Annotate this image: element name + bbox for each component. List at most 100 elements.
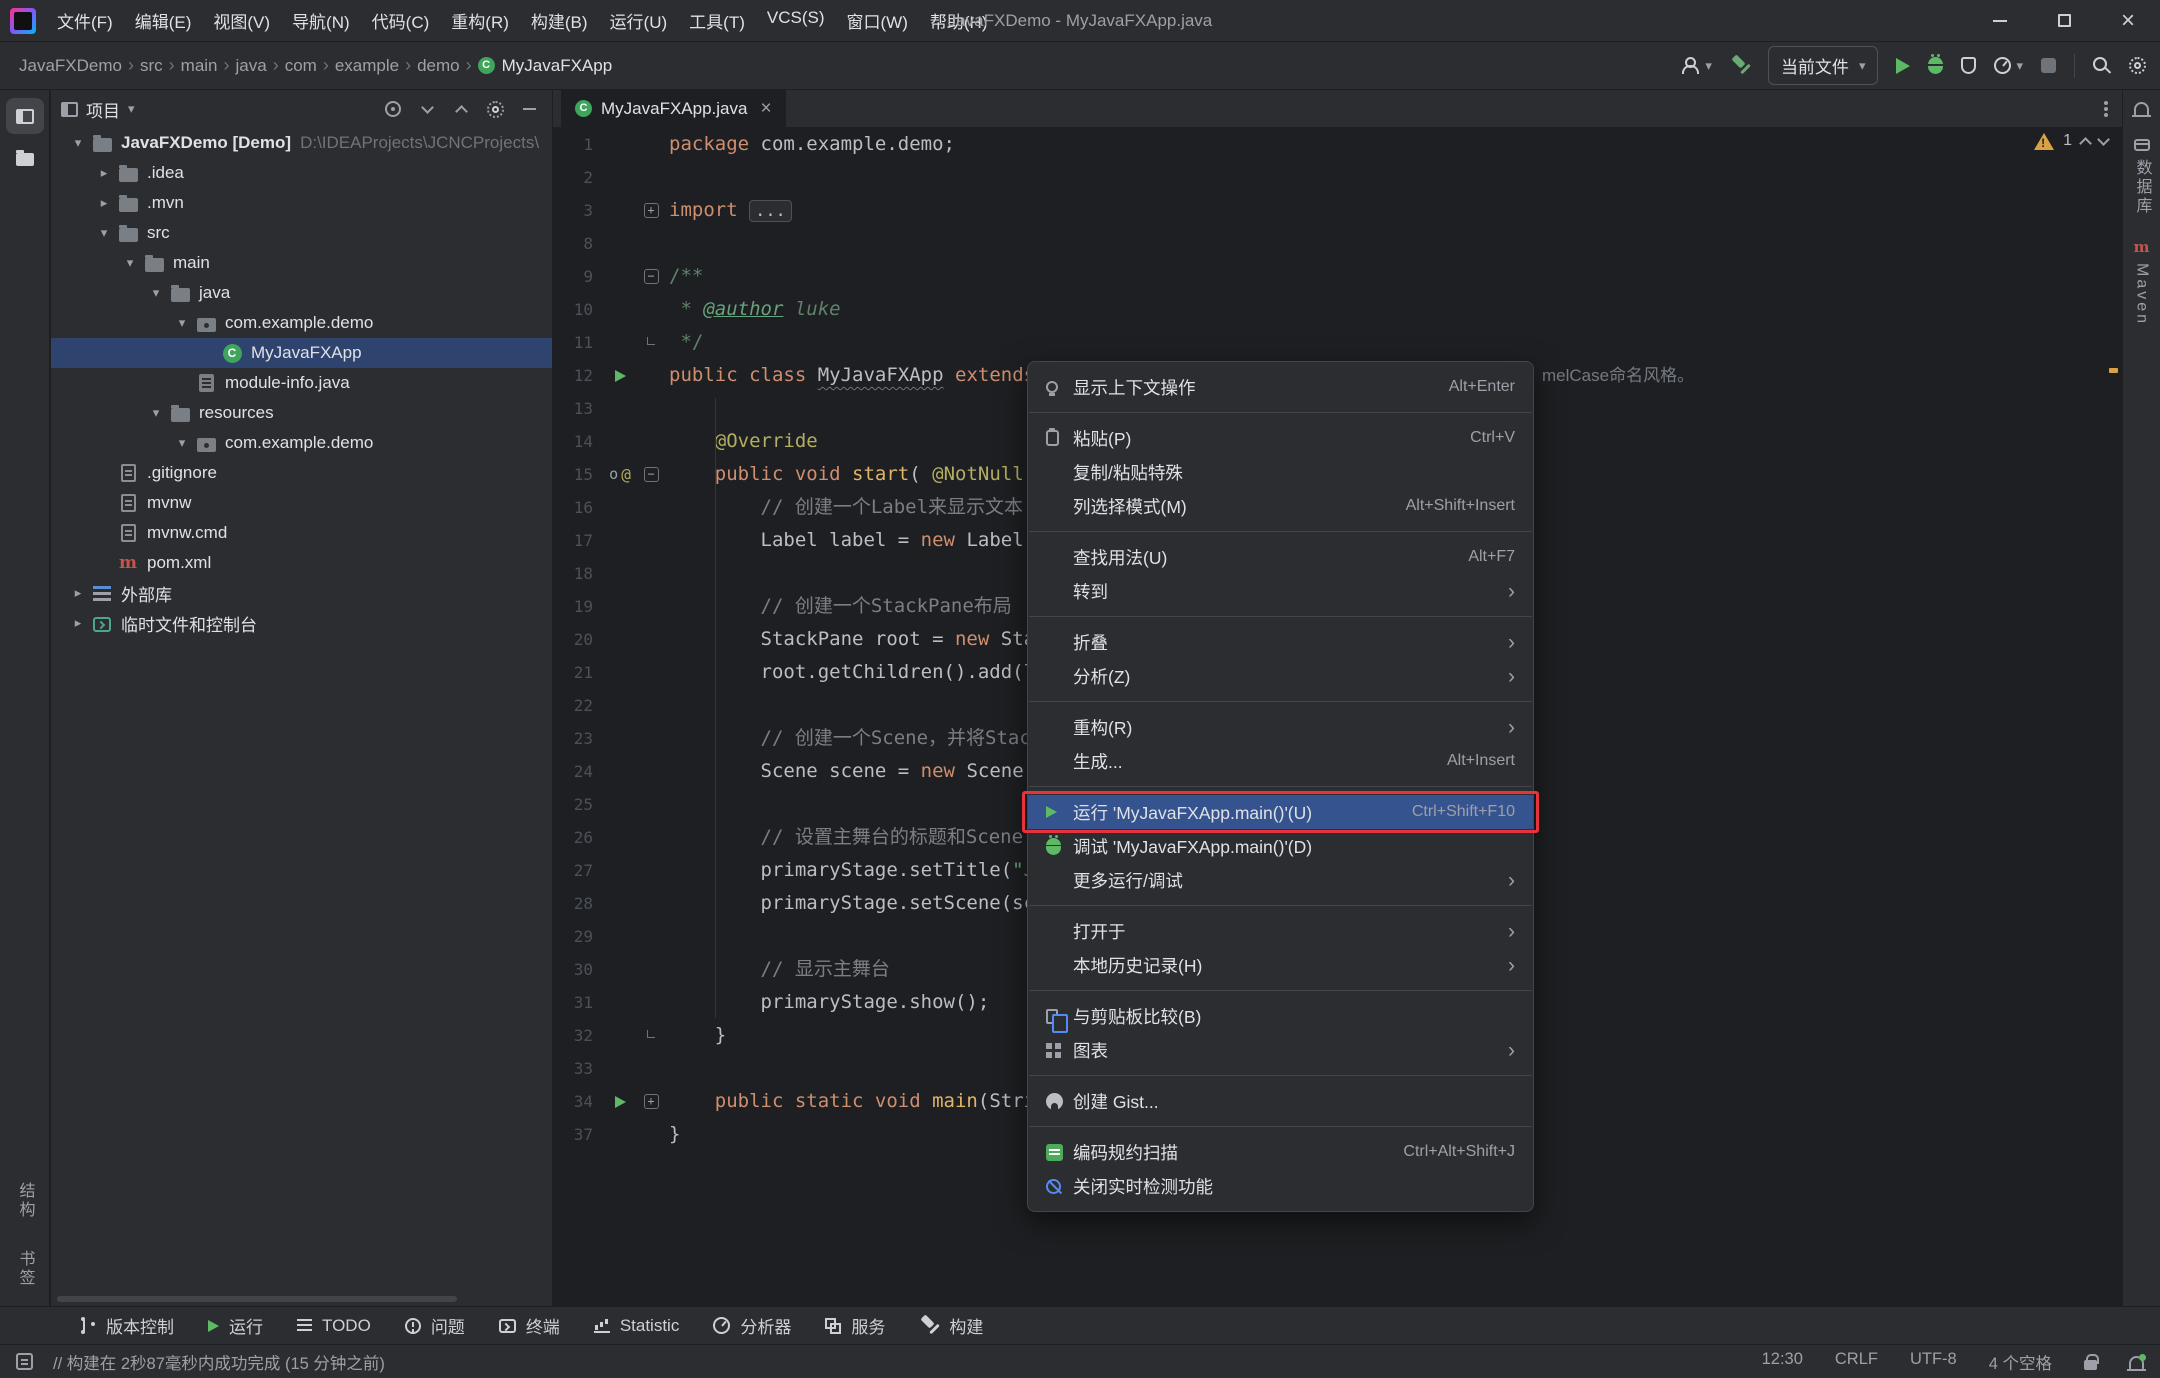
collapse-all-button[interactable] xyxy=(448,96,474,122)
menubar-item[interactable]: 导航(N) xyxy=(281,8,361,33)
bottom-tool-button[interactable]: TODO xyxy=(280,1307,388,1344)
close-tab-icon[interactable]: × xyxy=(760,98,771,120)
tree-row[interactable]: mpom.xml xyxy=(51,548,552,578)
context-menu-item[interactable]: 运行 'MyJavaFXApp.main()'(U)Ctrl+Shift+F10 xyxy=(1028,795,1533,829)
close-button[interactable]: × xyxy=(2096,0,2160,41)
inspections-widget[interactable]: 1 xyxy=(2034,132,2108,150)
context-menu-item[interactable]: 折叠› xyxy=(1028,625,1533,659)
tree-row[interactable]: ▸.idea xyxy=(51,158,552,188)
menubar-item[interactable]: 构建(B) xyxy=(520,8,599,33)
tree-row[interactable]: ▾JavaFXDemo [Demo]D:\IDEAProjects\JCNCPr… xyxy=(51,128,552,158)
menubar-item[interactable]: 窗口(W) xyxy=(836,8,919,33)
tree-row[interactable]: ▾main xyxy=(51,248,552,278)
chevron-expanded-icon[interactable]: ▾ xyxy=(143,405,169,421)
menubar-item[interactable]: 运行(U) xyxy=(599,8,679,33)
locate-file-button[interactable] xyxy=(380,96,406,122)
notifications-bell-icon[interactable] xyxy=(2129,1356,2144,1369)
override-gutter-icon[interactable]: o xyxy=(609,458,618,491)
breadcrumb-item[interactable]: src xyxy=(135,54,168,78)
menubar-item[interactable]: 工具(T) xyxy=(678,8,756,33)
tree-row[interactable]: mvnw.cmd xyxy=(51,518,552,548)
expand-all-button[interactable] xyxy=(414,96,440,122)
chevron-collapsed-icon[interactable]: ▸ xyxy=(91,195,117,211)
bottom-tool-button[interactable]: 问题 xyxy=(388,1307,482,1344)
more-tabs-icon[interactable] xyxy=(2104,107,2108,111)
tree-row[interactable]: ▾src xyxy=(51,218,552,248)
bottom-tool-button[interactable]: 分析器 xyxy=(696,1307,808,1344)
tree-row[interactable]: ▾com.example.demo xyxy=(51,428,552,458)
fold-collapse-icon[interactable]: − xyxy=(644,269,659,284)
fold-expand-icon[interactable]: + xyxy=(644,1094,659,1109)
context-menu-item[interactable]: 创建 Gist... xyxy=(1028,1084,1533,1118)
coverage-button[interactable] xyxy=(1961,57,1976,74)
bottom-tool-button[interactable]: Statistic xyxy=(577,1307,697,1344)
tool-stripe-label[interactable]: 书签 xyxy=(13,1250,37,1288)
chevron-expanded-icon[interactable]: ▾ xyxy=(65,135,91,151)
run-configuration-select[interactable]: 当前文件▾ xyxy=(1768,46,1879,85)
breadcrumb-current-file[interactable]: CMyJavaFXApp xyxy=(473,54,618,78)
error-stripe-mark[interactable] xyxy=(2109,368,2118,373)
context-menu-item[interactable]: 与剪贴板比较(B) xyxy=(1028,999,1533,1033)
context-menu-item[interactable]: 显示上下文操作Alt+Enter xyxy=(1028,370,1533,404)
project-tool-button[interactable] xyxy=(6,98,44,134)
tree-row[interactable]: ▾resources xyxy=(51,398,552,428)
chevron-collapsed-icon[interactable]: ▸ xyxy=(65,585,91,601)
maven-tool-button[interactable]: m Maven xyxy=(2133,240,2151,326)
breadcrumb-item[interactable]: main xyxy=(176,54,223,78)
profiler-button[interactable]: ▾ xyxy=(1994,57,2023,74)
breadcrumb-item[interactable]: example xyxy=(330,54,404,78)
tree-row[interactable]: ▾com.example.demo xyxy=(51,308,552,338)
tree-row[interactable]: CMyJavaFXApp xyxy=(51,338,552,368)
search-everywhere-button[interactable] xyxy=(2093,57,2111,75)
tree-row[interactable]: .gitignore xyxy=(51,458,552,488)
chevron-expanded-icon[interactable]: ▾ xyxy=(169,435,195,451)
tree-row[interactable]: ▸外部库 xyxy=(51,578,552,608)
bottom-tool-button[interactable]: 服务 xyxy=(808,1307,902,1344)
settings-button[interactable] xyxy=(2129,57,2146,74)
context-menu-item[interactable]: 生成...Alt+Insert xyxy=(1028,744,1533,778)
context-menu-item[interactable]: 查找用法(U)Alt+F7 xyxy=(1028,540,1533,574)
tree-row[interactable]: module-info.java xyxy=(51,368,552,398)
context-menu-item[interactable]: 粘贴(P)Ctrl+V xyxy=(1028,421,1533,455)
chevron-expanded-icon[interactable]: ▾ xyxy=(169,315,195,331)
editor-tab[interactable]: C MyJavaFXApp.java × xyxy=(561,90,786,127)
context-menu-item[interactable]: 编码规约扫描Ctrl+Alt+Shift+J xyxy=(1028,1135,1533,1169)
build-hammer-icon[interactable] xyxy=(1730,56,1750,75)
context-menu-item[interactable]: 关闭实时检测功能 xyxy=(1028,1169,1533,1203)
context-menu-item[interactable]: 转到› xyxy=(1028,574,1533,608)
breadcrumb-item[interactable]: JavaFXDemo xyxy=(14,54,127,78)
notifications-bell-icon[interactable] xyxy=(2134,102,2149,115)
chevron-expanded-icon[interactable]: ▾ xyxy=(143,285,169,301)
menubar-item[interactable]: 重构(R) xyxy=(440,8,520,33)
menubar-item[interactable]: VCS(S) xyxy=(756,8,836,28)
context-menu-item[interactable]: 本地历史记录(H)› xyxy=(1028,948,1533,982)
prev-problem-icon[interactable] xyxy=(2079,137,2092,150)
database-tool-button[interactable]: 数据库 xyxy=(2130,139,2154,216)
stop-button[interactable] xyxy=(2041,58,2056,73)
run-gutter-icon[interactable] xyxy=(615,1096,626,1108)
chevron-expanded-icon[interactable]: ▾ xyxy=(117,255,143,271)
bottom-tool-button[interactable]: 版本控制 xyxy=(64,1307,191,1344)
context-menu-item[interactable]: 调试 'MyJavaFXApp.main()'(D) xyxy=(1028,829,1533,863)
tree-row[interactable]: mvnw xyxy=(51,488,552,518)
panel-options-button[interactable] xyxy=(482,96,508,122)
chevron-collapsed-icon[interactable]: ▸ xyxy=(91,165,117,181)
user-menu-button[interactable]: ▾ xyxy=(1681,57,1712,74)
lock-icon[interactable] xyxy=(2084,1360,2097,1370)
menubar-item[interactable]: 视图(V) xyxy=(202,8,281,33)
tree-row[interactable]: ▾java xyxy=(51,278,552,308)
breadcrumb-item[interactable]: java xyxy=(231,54,272,78)
context-menu-item[interactable]: 打开于› xyxy=(1028,914,1533,948)
minimize-button[interactable] xyxy=(1968,0,2032,41)
project-panel-title[interactable]: 项目 xyxy=(86,97,120,122)
bottom-tool-button[interactable]: 构建 xyxy=(902,1307,1000,1344)
chevron-collapsed-icon[interactable]: ▸ xyxy=(65,615,91,631)
run-gutter-icon[interactable] xyxy=(615,370,626,382)
context-menu-item[interactable]: 更多运行/调试› xyxy=(1028,863,1533,897)
fold-collapse-icon[interactable]: − xyxy=(644,467,659,482)
context-menu-item[interactable]: 重构(R)› xyxy=(1028,710,1533,744)
breadcrumb-item[interactable]: com xyxy=(280,54,322,78)
horizontal-scrollbar[interactable] xyxy=(57,1296,457,1302)
tool-window-corner-icon[interactable] xyxy=(16,1353,33,1370)
status-widget[interactable]: 4 个空格 xyxy=(1989,1350,2052,1374)
